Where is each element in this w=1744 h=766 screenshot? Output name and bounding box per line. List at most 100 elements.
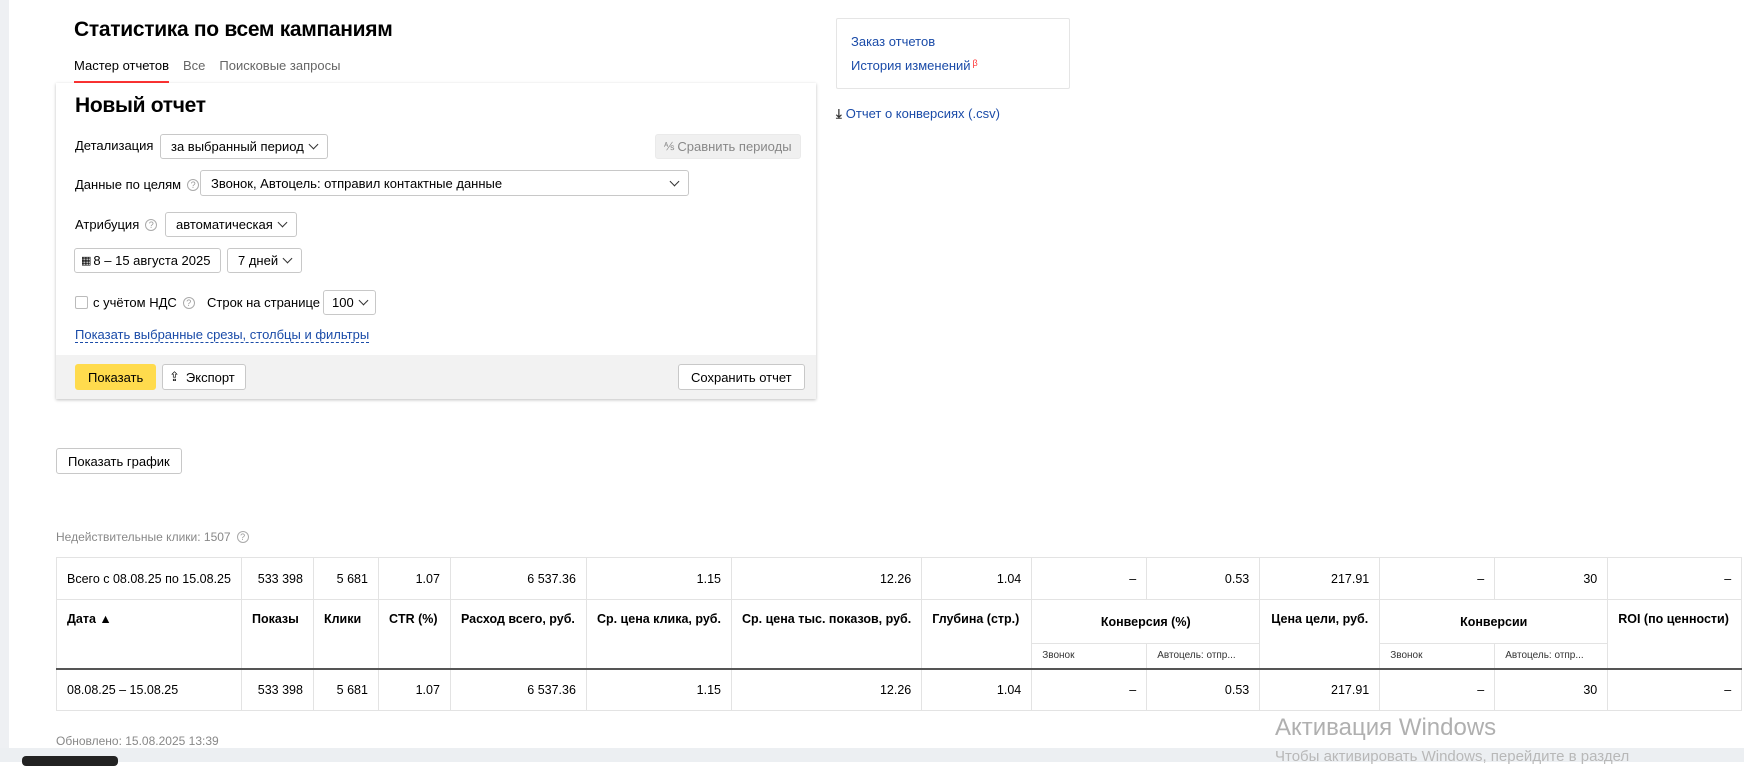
total-label: Всего с 08.08.25 по 15.08.25 xyxy=(56,557,242,600)
header-row: Дата ▲ Показы Клики CTR (%) Расход всего… xyxy=(56,599,1743,669)
row-impressions: 533 398 xyxy=(240,667,314,711)
chevron-down-icon xyxy=(277,217,288,228)
header-depth[interactable]: Глубина (стр.) xyxy=(921,599,1033,669)
total-row: Всего с 08.08.25 по 15.08.25 533 398 5 6… xyxy=(56,557,1743,600)
chevron-down-icon xyxy=(282,253,293,264)
change-history-label: История изменений xyxy=(851,58,971,73)
subheader-conv-rate-call[interactable]: Звонок xyxy=(1031,643,1148,669)
chevron-down-icon xyxy=(669,176,680,186)
total-cost: 6 537.36 xyxy=(449,557,587,600)
conversions-csv-link[interactable]: ⤓ Отчет о конверсиях (.csv) xyxy=(836,106,1000,122)
row-goal-price: 217.91 xyxy=(1259,667,1381,711)
goals-select-value: Звонок, Автоцель: отправил контактные да… xyxy=(211,175,503,191)
goals-select[interactable]: Звонок, Автоцель: отправил контактные да… xyxy=(200,170,689,196)
total-conversions-call: – xyxy=(1379,557,1496,600)
rows-per-page-select[interactable]: 100 xyxy=(323,290,376,315)
subheader-conversions-call[interactable]: Звонок xyxy=(1379,643,1496,669)
beta-badge: β xyxy=(972,58,978,68)
help-icon[interactable]: ? xyxy=(182,297,195,309)
tab-all[interactable]: Все xyxy=(183,58,205,83)
subheader-conv-rate-autogoal[interactable]: Автоцель: отпр... xyxy=(1146,643,1261,669)
left-gutter xyxy=(0,0,9,748)
stats-table: Всего с 08.08.25 по 15.08.25 533 398 5 6… xyxy=(56,557,1743,711)
period-select[interactable]: 7 дней xyxy=(227,248,303,273)
report-title: Новый отчет xyxy=(75,94,206,117)
invalid-clicks-text: Недействительные клики: 1507 xyxy=(56,530,231,544)
subheader-conversions-autogoal[interactable]: Автоцель: отпр... xyxy=(1494,643,1609,669)
row-cost: 6 537.36 xyxy=(449,667,587,711)
tab-search-queries[interactable]: Поисковые запросы xyxy=(219,58,340,83)
header-cpc[interactable]: Ср. цена клика, руб. xyxy=(585,599,732,669)
total-cpm: 12.26 xyxy=(730,557,923,600)
header-goal-price[interactable]: Цена цели, руб. xyxy=(1259,599,1381,669)
vat-label-text: с учётом НДС xyxy=(93,295,177,310)
report-tabs: Мастер отчетов Все Поисковые запросы xyxy=(74,58,340,83)
show-chart-button[interactable]: Показать график xyxy=(56,448,182,474)
windows-activation-title: Активация Windows xyxy=(1275,714,1497,741)
header-conv-rate[interactable]: Конверсия (%) xyxy=(1031,599,1261,644)
rows-per-page-value: 100 xyxy=(332,295,354,310)
compare-periods-label: Сравнить периоды xyxy=(677,139,792,154)
total-clicks: 5 681 xyxy=(312,557,379,600)
goals-label: Данные по целям? xyxy=(75,177,200,192)
date-range-picker[interactable]: ▦ 8 – 15 августа 2025 xyxy=(74,248,222,273)
help-icon[interactable]: ? xyxy=(145,219,158,231)
goals-label-text: Данные по целям xyxy=(75,177,182,192)
change-history-link[interactable]: История изменений β xyxy=(851,58,978,73)
header-ctr[interactable]: CTR (%) xyxy=(377,599,451,669)
help-icon[interactable]: ? xyxy=(236,531,249,543)
header-roi[interactable]: ROI (по ценности) xyxy=(1607,599,1743,669)
attribution-select[interactable]: автоматическая xyxy=(165,212,297,237)
tab-report-master[interactable]: Мастер отчетов xyxy=(74,58,169,83)
invalid-clicks: Недействительные клики: 1507? xyxy=(56,530,249,544)
header-cpm[interactable]: Ср. цена тыс. показов, руб. xyxy=(730,599,923,669)
total-ctr: 1.07 xyxy=(377,557,451,600)
row-conv-rate-autogoal: 0.53 xyxy=(1146,667,1261,711)
chevron-down-icon xyxy=(308,139,319,150)
compare-periods-button[interactable]: ⅍ Сравнить периоды xyxy=(655,134,801,159)
report-panel xyxy=(56,83,816,399)
windows-activation-subtitle: Чтобы активировать Windows, перейдите в … xyxy=(1275,748,1630,765)
header-impressions[interactable]: Показы xyxy=(240,599,314,669)
header-cost[interactable]: Расход всего, руб. xyxy=(449,599,587,669)
total-cpc: 1.15 xyxy=(585,557,732,600)
total-conversions-autogoal: 30 xyxy=(1494,557,1609,600)
date-range-value: 8 – 15 августа 2025 xyxy=(93,253,211,268)
vat-label: с учётом НДС? xyxy=(93,295,195,310)
row-conversions-call: – xyxy=(1379,667,1496,711)
compare-icon: ⅍ xyxy=(664,140,675,153)
side-links-box xyxy=(836,18,1070,89)
save-report-button[interactable]: Сохранить отчет xyxy=(678,364,805,390)
attribution-label-text: Атрибуция xyxy=(75,217,140,232)
attribution-label: Атрибуция? xyxy=(75,217,158,232)
show-filters-link[interactable]: Показать выбранные срезы, столбцы и филь… xyxy=(75,327,370,343)
calendar-icon: ▦ xyxy=(81,255,92,267)
export-button[interactable]: ⇪ Экспорт xyxy=(162,364,246,390)
row-roi: – xyxy=(1607,667,1743,711)
detail-select-value: за выбранный период xyxy=(171,139,304,154)
total-conv-rate-call: – xyxy=(1031,557,1148,600)
order-reports-link[interactable]: Заказ отчетов xyxy=(851,34,935,49)
rows-per-page-label: Строк на странице xyxy=(207,295,321,310)
detail-label: Детализация xyxy=(75,138,154,153)
help-icon[interactable]: ? xyxy=(187,179,200,191)
chevron-down-icon xyxy=(358,295,369,306)
total-conv-rate-autogoal: 0.53 xyxy=(1146,557,1261,600)
header-clicks[interactable]: Клики xyxy=(312,599,379,669)
table-row: 08.08.25 – 15.08.25 533 398 5 681 1.07 6… xyxy=(56,667,1743,711)
taskbar-item[interactable] xyxy=(22,756,118,766)
vat-checkbox[interactable] xyxy=(75,296,88,309)
attribution-select-value: автоматическая xyxy=(176,217,273,232)
row-ctr: 1.07 xyxy=(377,667,451,711)
total-roi: – xyxy=(1607,557,1743,600)
total-goal-price: 217.91 xyxy=(1259,557,1381,600)
row-depth: 1.04 xyxy=(921,667,1033,711)
total-depth: 1.04 xyxy=(921,557,1033,600)
row-date: 08.08.25 – 15.08.25 xyxy=(56,667,242,711)
detail-select[interactable]: за выбранный период xyxy=(160,134,328,159)
header-date[interactable]: Дата ▲ xyxy=(56,599,242,669)
header-conversions[interactable]: Конверсии xyxy=(1379,599,1609,644)
conversions-csv-label: Отчет о конверсиях (.csv) xyxy=(845,106,1000,121)
upload-icon: ⇪ xyxy=(169,369,180,384)
show-button[interactable]: Показать xyxy=(75,364,157,390)
